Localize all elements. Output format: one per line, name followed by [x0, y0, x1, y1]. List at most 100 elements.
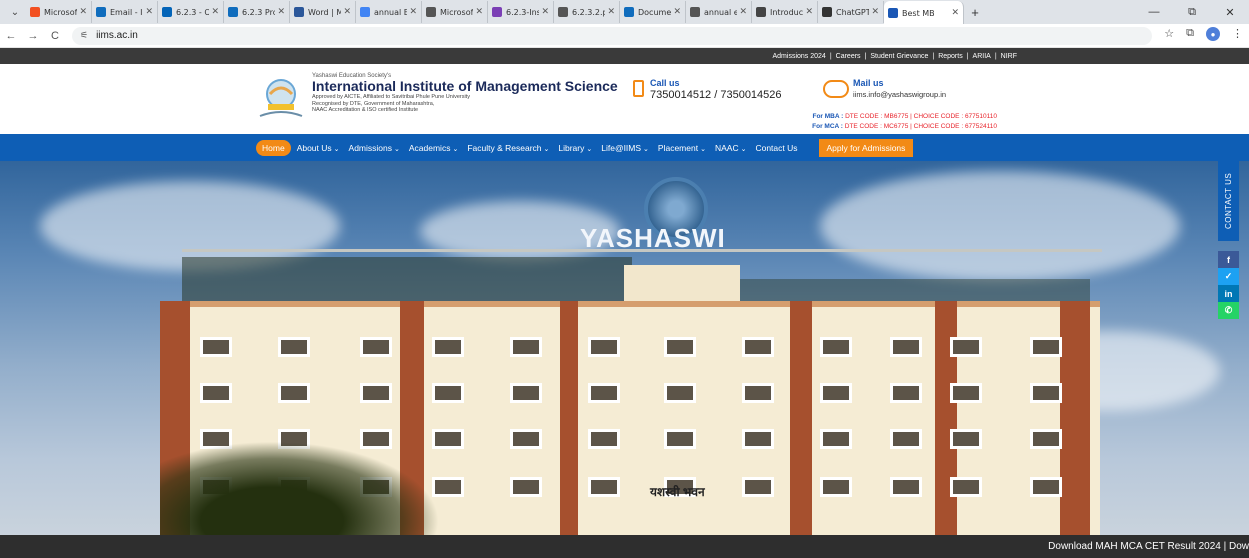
facebook-icon[interactable]: f: [1218, 251, 1239, 268]
browser-tab[interactable]: 6.2.3 - O ✕: [158, 1, 224, 23]
browser-tab[interactable]: 6.2.3-Ins ✕: [488, 1, 554, 23]
forward-icon[interactable]: →: [22, 30, 44, 42]
tab-favicon-icon: [492, 7, 502, 17]
building-window: [742, 383, 774, 403]
nav-academics[interactable]: Academics ⌄: [409, 143, 458, 153]
building-window: [820, 429, 852, 449]
mba-codes: For MBA : DTE CODE : MB6775 | CHOICE COD…: [812, 113, 997, 120]
tab-close-icon[interactable]: ✕: [79, 7, 87, 17]
browser-tab[interactable]: Docume ✕: [620, 1, 686, 23]
contact-us-side-tab[interactable]: CONTACT US: [1218, 161, 1239, 241]
site-settings-icon[interactable]: ⚟: [80, 30, 88, 41]
browser-tab[interactable]: ChatGPT ✕: [818, 1, 884, 23]
link-ariia[interactable]: ARIIA: [973, 53, 991, 60]
tab-title: Microsof: [440, 7, 474, 17]
browser-tab[interactable]: annual e ✕: [686, 1, 752, 23]
nav-naac[interactable]: NAAC ⌄: [715, 143, 747, 153]
tab-close-icon[interactable]: ✕: [409, 7, 417, 17]
minimize-icon[interactable]: —: [1135, 0, 1173, 24]
nav-admissions[interactable]: Admissions ⌄: [349, 143, 400, 153]
tab-title: ChatGPT: [836, 7, 870, 17]
new-tab-button[interactable]: +: [964, 5, 986, 20]
tab-close-icon[interactable]: ✕: [277, 7, 285, 17]
browser-tab[interactable]: 6.2.3.2.p ✕: [554, 1, 620, 23]
restore-icon[interactable]: ⧉: [1173, 0, 1211, 24]
nav-about-us[interactable]: About Us ⌄: [297, 143, 340, 153]
institute-title-block: Yashaswi Education Society's Internation…: [312, 73, 618, 114]
tab-close-icon[interactable]: ✕: [673, 7, 681, 17]
tab-close-icon[interactable]: ✕: [739, 7, 747, 17]
tab-strip: Microsof ✕ Email - I ✕ 6.2.3 - O ✕ 6.2.3 Pro ✕ W…: [26, 0, 964, 25]
tab-close-icon[interactable]: ✕: [145, 7, 153, 17]
building-window: [950, 337, 982, 357]
nav-home[interactable]: Home: [256, 139, 291, 156]
phone-numbers[interactable]: 7350014512 / 7350014526: [650, 89, 782, 101]
link-admissions-2024[interactable]: Admissions 2024: [773, 53, 826, 60]
linkedin-icon[interactable]: in: [1218, 285, 1239, 302]
link-careers[interactable]: Careers: [836, 53, 861, 60]
tab-close-icon[interactable]: ✕: [951, 8, 959, 18]
building-window: [200, 337, 232, 357]
news-ticker[interactable]: Download MAH MCA CET Result 2024 | Dow: [0, 535, 1249, 558]
twitter-icon[interactable]: ✓: [1218, 268, 1239, 285]
tab-title: annual e: [704, 7, 738, 17]
tab-close-icon[interactable]: ✕: [805, 7, 813, 17]
bookmark-star-icon[interactable]: ☆: [1164, 27, 1174, 41]
building-window: [820, 337, 852, 357]
tab-title: Best MB: [902, 8, 935, 18]
browser-tab[interactable]: 6.2.3 Pro ✕: [224, 1, 290, 23]
institute-logo[interactable]: [256, 74, 306, 122]
apply-for-admissions-button[interactable]: Apply for Admissions: [818, 138, 914, 157]
building-window: [1030, 477, 1062, 497]
link-student-grievance[interactable]: Student Grievance: [870, 53, 928, 60]
browser-tab[interactable]: Introduc ✕: [752, 1, 818, 23]
tab-title: Microsof: [44, 7, 78, 17]
nav-contact-us[interactable]: Contact Us: [755, 143, 797, 153]
address-bar: ← → C ⚟ iims.ac.in ☆ ⧉ ● ⋮: [0, 24, 1249, 48]
building-window: [742, 429, 774, 449]
tab-close-icon[interactable]: ✕: [607, 7, 615, 17]
browser-tab[interactable]: Best MB ✕: [884, 1, 964, 25]
link-reports[interactable]: Reports: [938, 53, 963, 60]
tab-close-icon[interactable]: ✕: [871, 7, 879, 17]
browser-tab[interactable]: annual E ✕: [356, 1, 422, 23]
browser-tab[interactable]: Microsof ✕: [422, 1, 488, 23]
building-window: [664, 337, 696, 357]
chevron-down-icon: ⌄: [543, 145, 550, 153]
browser-tab[interactable]: Word | M ✕: [290, 1, 356, 23]
tab-search-chevron-icon[interactable]: ⌄: [4, 0, 26, 24]
back-icon[interactable]: ←: [0, 30, 22, 42]
building-window: [510, 429, 542, 449]
email-address[interactable]: iims.info@yashaswigroup.in: [853, 90, 946, 99]
link-nirf[interactable]: NIRF: [1001, 53, 1017, 60]
building-window: [742, 477, 774, 497]
whatsapp-icon[interactable]: ✆: [1218, 302, 1239, 319]
mca-label: For MCA :: [812, 123, 843, 130]
top-links-strip: Admissions 2024 | Careers | Student Grieva…: [0, 48, 1249, 64]
building-window: [588, 477, 620, 497]
url-field[interactable]: ⚟ iims.ac.in: [72, 26, 1152, 45]
institute-name[interactable]: International Institute of Management Sc…: [312, 79, 618, 94]
nav-placement[interactable]: Placement ⌄: [658, 143, 706, 153]
nav-faculty-research[interactable]: Faculty & Research ⌄: [467, 143, 549, 153]
building-window: [200, 383, 232, 403]
reload-icon[interactable]: C: [44, 30, 66, 42]
call-us-title: Call us: [650, 78, 680, 88]
close-window-icon[interactable]: ✕: [1211, 0, 1249, 24]
browser-tab[interactable]: Email - I ✕: [92, 1, 158, 23]
profile-avatar[interactable]: ●: [1206, 27, 1220, 41]
tab-close-icon[interactable]: ✕: [541, 7, 549, 17]
tab-title: 6.2.3-Ins: [506, 7, 540, 17]
tab-favicon-icon: [228, 7, 238, 17]
nav-library[interactable]: Library ⌄: [558, 143, 592, 153]
tab-close-icon[interactable]: ✕: [211, 7, 219, 17]
tab-close-icon[interactable]: ✕: [343, 7, 351, 17]
browser-tab[interactable]: Microsof ✕: [26, 1, 92, 23]
extensions-icon[interactable]: ⧉: [1186, 27, 1194, 41]
tab-close-icon[interactable]: ✕: [475, 7, 483, 17]
browser-menu-icon[interactable]: ⋮: [1232, 27, 1243, 41]
nav-life-iims[interactable]: Life@IIMS ⌄: [601, 143, 649, 153]
tab-favicon-icon: [690, 7, 700, 17]
window-controls: — ⧉ ✕: [1135, 0, 1249, 24]
building-window: [950, 429, 982, 449]
